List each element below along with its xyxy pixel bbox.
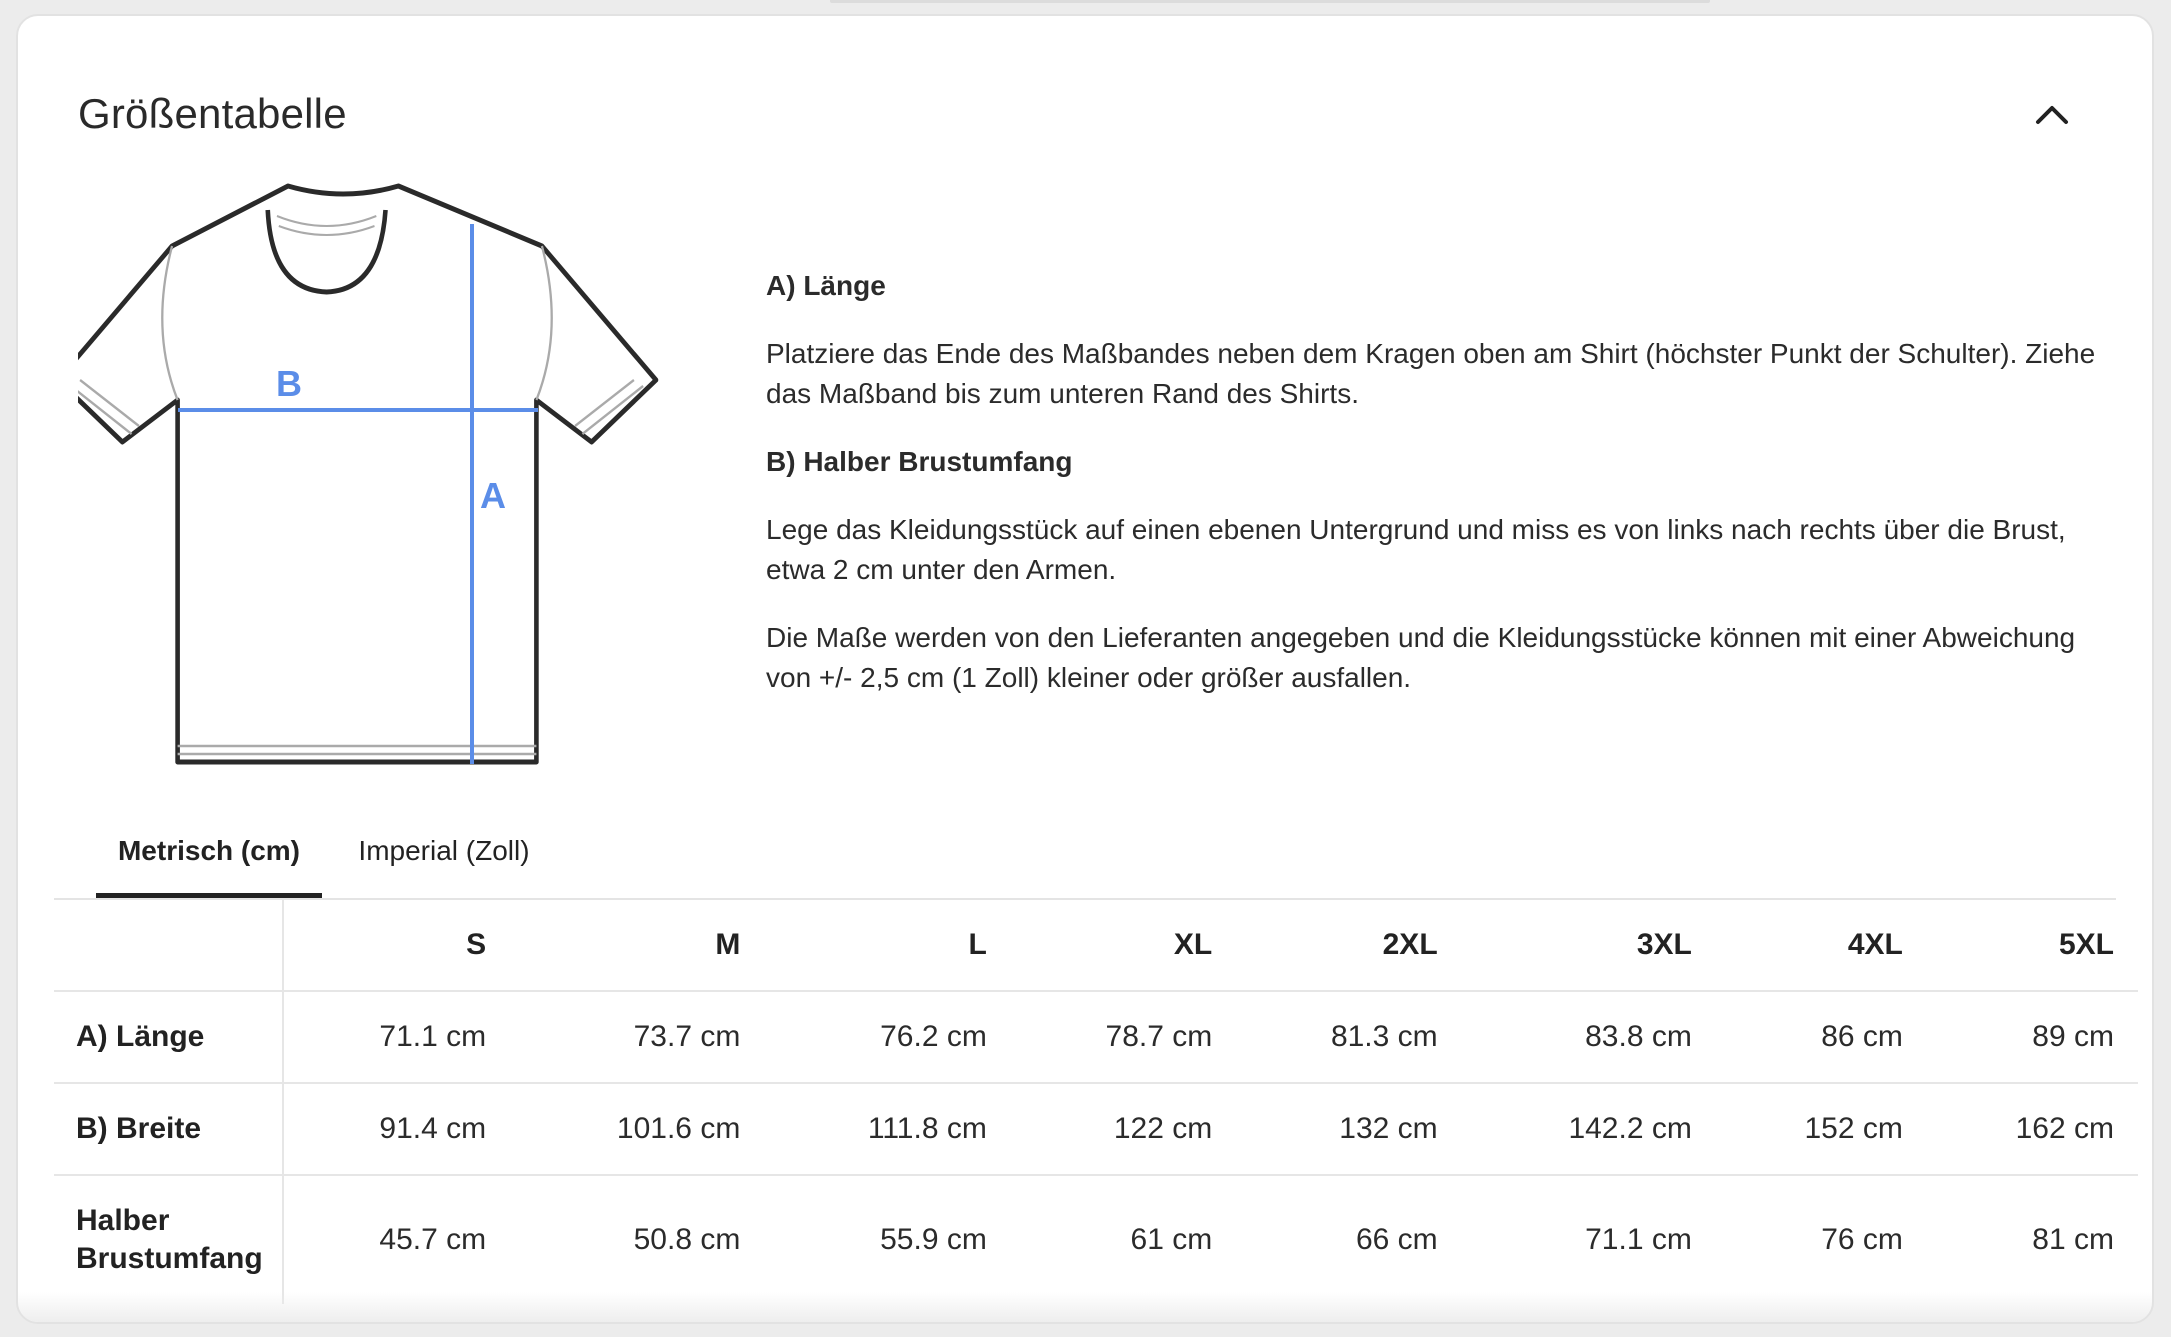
label-b: B [276, 363, 302, 404]
table-cell: 86 cm [1715, 991, 1927, 1084]
table-cell: 50.8 cm [633, 1223, 741, 1256]
table-cell: 61 cm [1130, 1223, 1213, 1256]
label-a: A [480, 475, 506, 516]
panel-header[interactable]: Größentabelle [78, 74, 2092, 154]
size-header: 4XL [1715, 900, 1927, 992]
size-header: M [510, 900, 765, 992]
table-cell: 76 cm [1821, 1223, 1903, 1256]
tab-imperial[interactable]: Imperial (Zoll) [344, 816, 544, 898]
measurement-description: A) Länge Platziere das Ende des Maßbande… [766, 266, 2096, 726]
table-cell: 83.8 cm [1461, 991, 1716, 1084]
table-cell: 73.7 cm [510, 991, 765, 1084]
table-cell: 66 cm [1355, 1223, 1438, 1256]
table-cell: 101.6 cm [510, 1083, 765, 1176]
size-header: 5XL [1926, 900, 2138, 992]
table-cell: 81.3 cm [1236, 991, 1462, 1084]
length-text: Platziere das Ende des Maßbandes neben d… [766, 338, 2096, 409]
scroll-indicator [830, 0, 1710, 3]
chest-text: Lege das Kleidungsstück auf einen ebenen… [766, 514, 2066, 585]
table-cell: 45.7 cm [379, 1223, 487, 1256]
length-heading: A) Länge [766, 270, 886, 301]
table-cell: 152 cm [1715, 1083, 1927, 1176]
table-cell: 78.7 cm [1010, 991, 1237, 1084]
table-cell: 55.9 cm [880, 1223, 987, 1256]
table-row: Halber Brustumfang 45.7 cm 50.8 cm 55.9 … [54, 1175, 2138, 1304]
unit-tabs: Metrisch (cm) Imperial (Zoll) [54, 816, 2116, 900]
collapse-button[interactable] [2024, 86, 2080, 142]
table-corner [54, 900, 284, 992]
table-cell: 142.2 cm [1461, 1083, 1716, 1176]
table-cell: 91.4 cm [283, 1083, 511, 1176]
table-cell: 89 cm [1926, 991, 2138, 1084]
table-cell: 71.1 cm [1585, 1223, 1692, 1256]
table-cell: 162 cm [1926, 1083, 2138, 1176]
size-header: XL [1010, 900, 1237, 992]
tshirt-diagram: B A [78, 183, 659, 765]
table-cell: 76.2 cm [764, 991, 1011, 1084]
size-header: L [764, 900, 1011, 992]
size-table: S M L XL 2XL 3XL 4XL 5XL A) Länge 71.1 c… [54, 900, 2138, 1304]
table-cell: 71.1 cm [283, 991, 511, 1084]
table-cell: 81 cm [2032, 1223, 2114, 1256]
size-header: 2XL [1236, 900, 1462, 992]
table-cell: 111.8 cm [764, 1083, 1011, 1176]
table-row: A) Länge 71.1 cm 73.7 cm 76.2 cm 78.7 cm… [54, 991, 2138, 1084]
table-row: B) Breite 91.4 cm 101.6 cm 111.8 cm 122 … [54, 1083, 2138, 1176]
tab-metric[interactable]: Metrisch (cm) [96, 816, 322, 898]
collar [265, 209, 388, 295]
size-chart-panel: Größentabelle B A A) Länge Platziere das… [16, 14, 2154, 1324]
chest-heading: B) Halber Brustumfang [766, 446, 1073, 477]
table-header-row: S M L XL 2XL 3XL 4XL 5XL [54, 900, 2138, 992]
table-cell: 132 cm [1236, 1083, 1462, 1176]
size-header: 3XL [1461, 900, 1716, 992]
bottom-fade [18, 1292, 2152, 1322]
row-label: B) Breite [54, 1083, 284, 1176]
chevron-up-icon [2036, 106, 2068, 124]
size-header: S [283, 900, 511, 992]
table-cell: 122 cm [1010, 1083, 1237, 1176]
row-label: A) Länge [54, 991, 284, 1084]
page-title: Größentabelle [78, 90, 347, 137]
row-label: Halber Brustumfang [54, 1175, 284, 1304]
tolerance-note: Die Maße werden von den Lieferanten ange… [766, 622, 2076, 693]
